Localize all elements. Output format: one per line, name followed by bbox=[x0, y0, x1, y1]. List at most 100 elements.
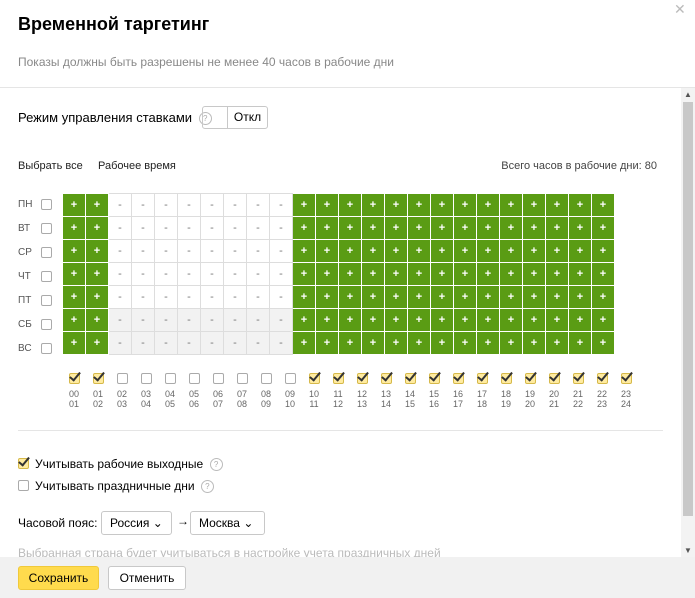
grid-cell[interactable]: + bbox=[522, 239, 546, 263]
hour-checkbox[interactable] bbox=[381, 373, 392, 384]
grid-cell[interactable]: - bbox=[154, 285, 178, 309]
grid-cell[interactable]: - bbox=[131, 216, 155, 240]
hour-checkbox[interactable] bbox=[69, 373, 80, 384]
hour-checkbox[interactable] bbox=[597, 373, 608, 384]
grid-cell[interactable]: - bbox=[108, 308, 132, 332]
grid-cell[interactable]: - bbox=[223, 331, 247, 355]
grid-cell[interactable]: + bbox=[315, 193, 339, 217]
grid-cell[interactable]: - bbox=[177, 285, 201, 309]
grid-cell[interactable]: + bbox=[361, 239, 385, 263]
grid-cell[interactable]: + bbox=[384, 262, 408, 286]
working-weekends-checkbox[interactable] bbox=[18, 458, 29, 469]
grid-cell[interactable]: + bbox=[430, 285, 454, 309]
hour-checkbox[interactable] bbox=[525, 373, 536, 384]
grid-cell[interactable]: + bbox=[292, 193, 316, 217]
grid-cell[interactable]: + bbox=[315, 216, 339, 240]
grid-cell[interactable]: + bbox=[568, 262, 592, 286]
grid-cell[interactable]: + bbox=[453, 308, 477, 332]
grid-cell[interactable]: + bbox=[568, 308, 592, 332]
grid-cell[interactable]: + bbox=[476, 285, 500, 309]
scroll-up-icon[interactable]: ▲ bbox=[681, 90, 695, 99]
grid-cell[interactable]: - bbox=[177, 193, 201, 217]
select-all-link[interactable]: Выбрать все bbox=[18, 160, 83, 172]
grid-cell[interactable]: + bbox=[384, 239, 408, 263]
grid-cell[interactable]: + bbox=[476, 331, 500, 355]
grid-cell[interactable]: + bbox=[361, 216, 385, 240]
grid-cell[interactable]: + bbox=[338, 239, 362, 263]
grid-cell[interactable]: + bbox=[499, 308, 523, 332]
help-icon[interactable]: ? bbox=[200, 480, 214, 493]
grid-cell[interactable]: + bbox=[453, 193, 477, 217]
grid-cell[interactable]: - bbox=[246, 193, 270, 217]
grid-cell[interactable]: - bbox=[131, 239, 155, 263]
grid-cell[interactable]: + bbox=[384, 285, 408, 309]
grid-cell[interactable]: - bbox=[223, 285, 247, 309]
hour-checkbox[interactable] bbox=[165, 373, 176, 384]
grid-cell[interactable]: + bbox=[453, 285, 477, 309]
hour-checkbox[interactable] bbox=[117, 373, 128, 384]
grid-cell[interactable]: + bbox=[476, 239, 500, 263]
grid-cell[interactable]: + bbox=[292, 331, 316, 355]
grid-cell[interactable]: + bbox=[384, 193, 408, 217]
grid-cell[interactable]: + bbox=[62, 216, 86, 240]
day-checkbox[interactable] bbox=[41, 199, 52, 210]
grid-cell[interactable]: + bbox=[361, 331, 385, 355]
grid-cell[interactable]: + bbox=[384, 331, 408, 355]
grid-cell[interactable]: + bbox=[407, 239, 431, 263]
grid-cell[interactable]: + bbox=[499, 262, 523, 286]
grid-cell[interactable]: - bbox=[131, 193, 155, 217]
grid-cell[interactable]: + bbox=[407, 216, 431, 240]
grid-cell[interactable]: + bbox=[522, 331, 546, 355]
grid-cell[interactable]: + bbox=[591, 285, 615, 309]
grid-cell[interactable]: + bbox=[545, 239, 569, 263]
hour-checkbox[interactable] bbox=[357, 373, 368, 384]
grid-cell[interactable]: + bbox=[85, 285, 109, 309]
day-checkbox[interactable] bbox=[41, 271, 52, 282]
grid-cell[interactable]: + bbox=[545, 285, 569, 309]
hour-checkbox[interactable] bbox=[213, 373, 224, 384]
save-button[interactable]: Сохранить bbox=[18, 566, 99, 590]
grid-cell[interactable]: + bbox=[292, 262, 316, 286]
grid-cell[interactable]: - bbox=[269, 308, 293, 332]
grid-cell[interactable]: - bbox=[108, 216, 132, 240]
grid-cell[interactable]: - bbox=[200, 216, 224, 240]
grid-cell[interactable]: + bbox=[85, 216, 109, 240]
grid-cell[interactable]: + bbox=[407, 285, 431, 309]
grid-cell[interactable]: - bbox=[108, 262, 132, 286]
scroll-thumb[interactable] bbox=[683, 102, 693, 516]
grid-cell[interactable]: + bbox=[453, 216, 477, 240]
grid-cell[interactable]: + bbox=[361, 193, 385, 217]
grid-cell[interactable]: + bbox=[430, 308, 454, 332]
grid-cell[interactable]: + bbox=[522, 193, 546, 217]
grid-cell[interactable]: + bbox=[361, 308, 385, 332]
grid-cell[interactable]: - bbox=[223, 239, 247, 263]
grid-cell[interactable]: - bbox=[223, 262, 247, 286]
grid-cell[interactable]: + bbox=[545, 216, 569, 240]
grid-cell[interactable]: + bbox=[591, 331, 615, 355]
grid-cell[interactable]: + bbox=[545, 193, 569, 217]
grid-cell[interactable]: + bbox=[315, 239, 339, 263]
grid-cell[interactable]: - bbox=[223, 216, 247, 240]
grid-cell[interactable]: - bbox=[246, 308, 270, 332]
grid-cell[interactable]: + bbox=[292, 308, 316, 332]
grid-cell[interactable]: - bbox=[108, 285, 132, 309]
hour-checkbox[interactable] bbox=[93, 373, 104, 384]
grid-cell[interactable]: - bbox=[177, 239, 201, 263]
grid-cell[interactable]: + bbox=[568, 193, 592, 217]
grid-cell[interactable]: - bbox=[177, 308, 201, 332]
grid-cell[interactable]: - bbox=[200, 262, 224, 286]
grid-cell[interactable]: - bbox=[200, 285, 224, 309]
grid-cell[interactable]: - bbox=[223, 308, 247, 332]
grid-cell[interactable]: + bbox=[407, 262, 431, 286]
grid-cell[interactable]: + bbox=[568, 216, 592, 240]
grid-cell[interactable]: - bbox=[154, 262, 178, 286]
grid-cell[interactable]: - bbox=[131, 285, 155, 309]
grid-cell[interactable]: - bbox=[177, 216, 201, 240]
grid-cell[interactable]: + bbox=[591, 216, 615, 240]
day-checkbox[interactable] bbox=[41, 223, 52, 234]
grid-cell[interactable]: - bbox=[269, 239, 293, 263]
grid-cell[interactable]: - bbox=[246, 262, 270, 286]
cancel-button[interactable]: Отменить bbox=[108, 566, 186, 590]
grid-cell[interactable]: - bbox=[131, 308, 155, 332]
city-select[interactable]: Москва ⌄ bbox=[190, 511, 265, 535]
